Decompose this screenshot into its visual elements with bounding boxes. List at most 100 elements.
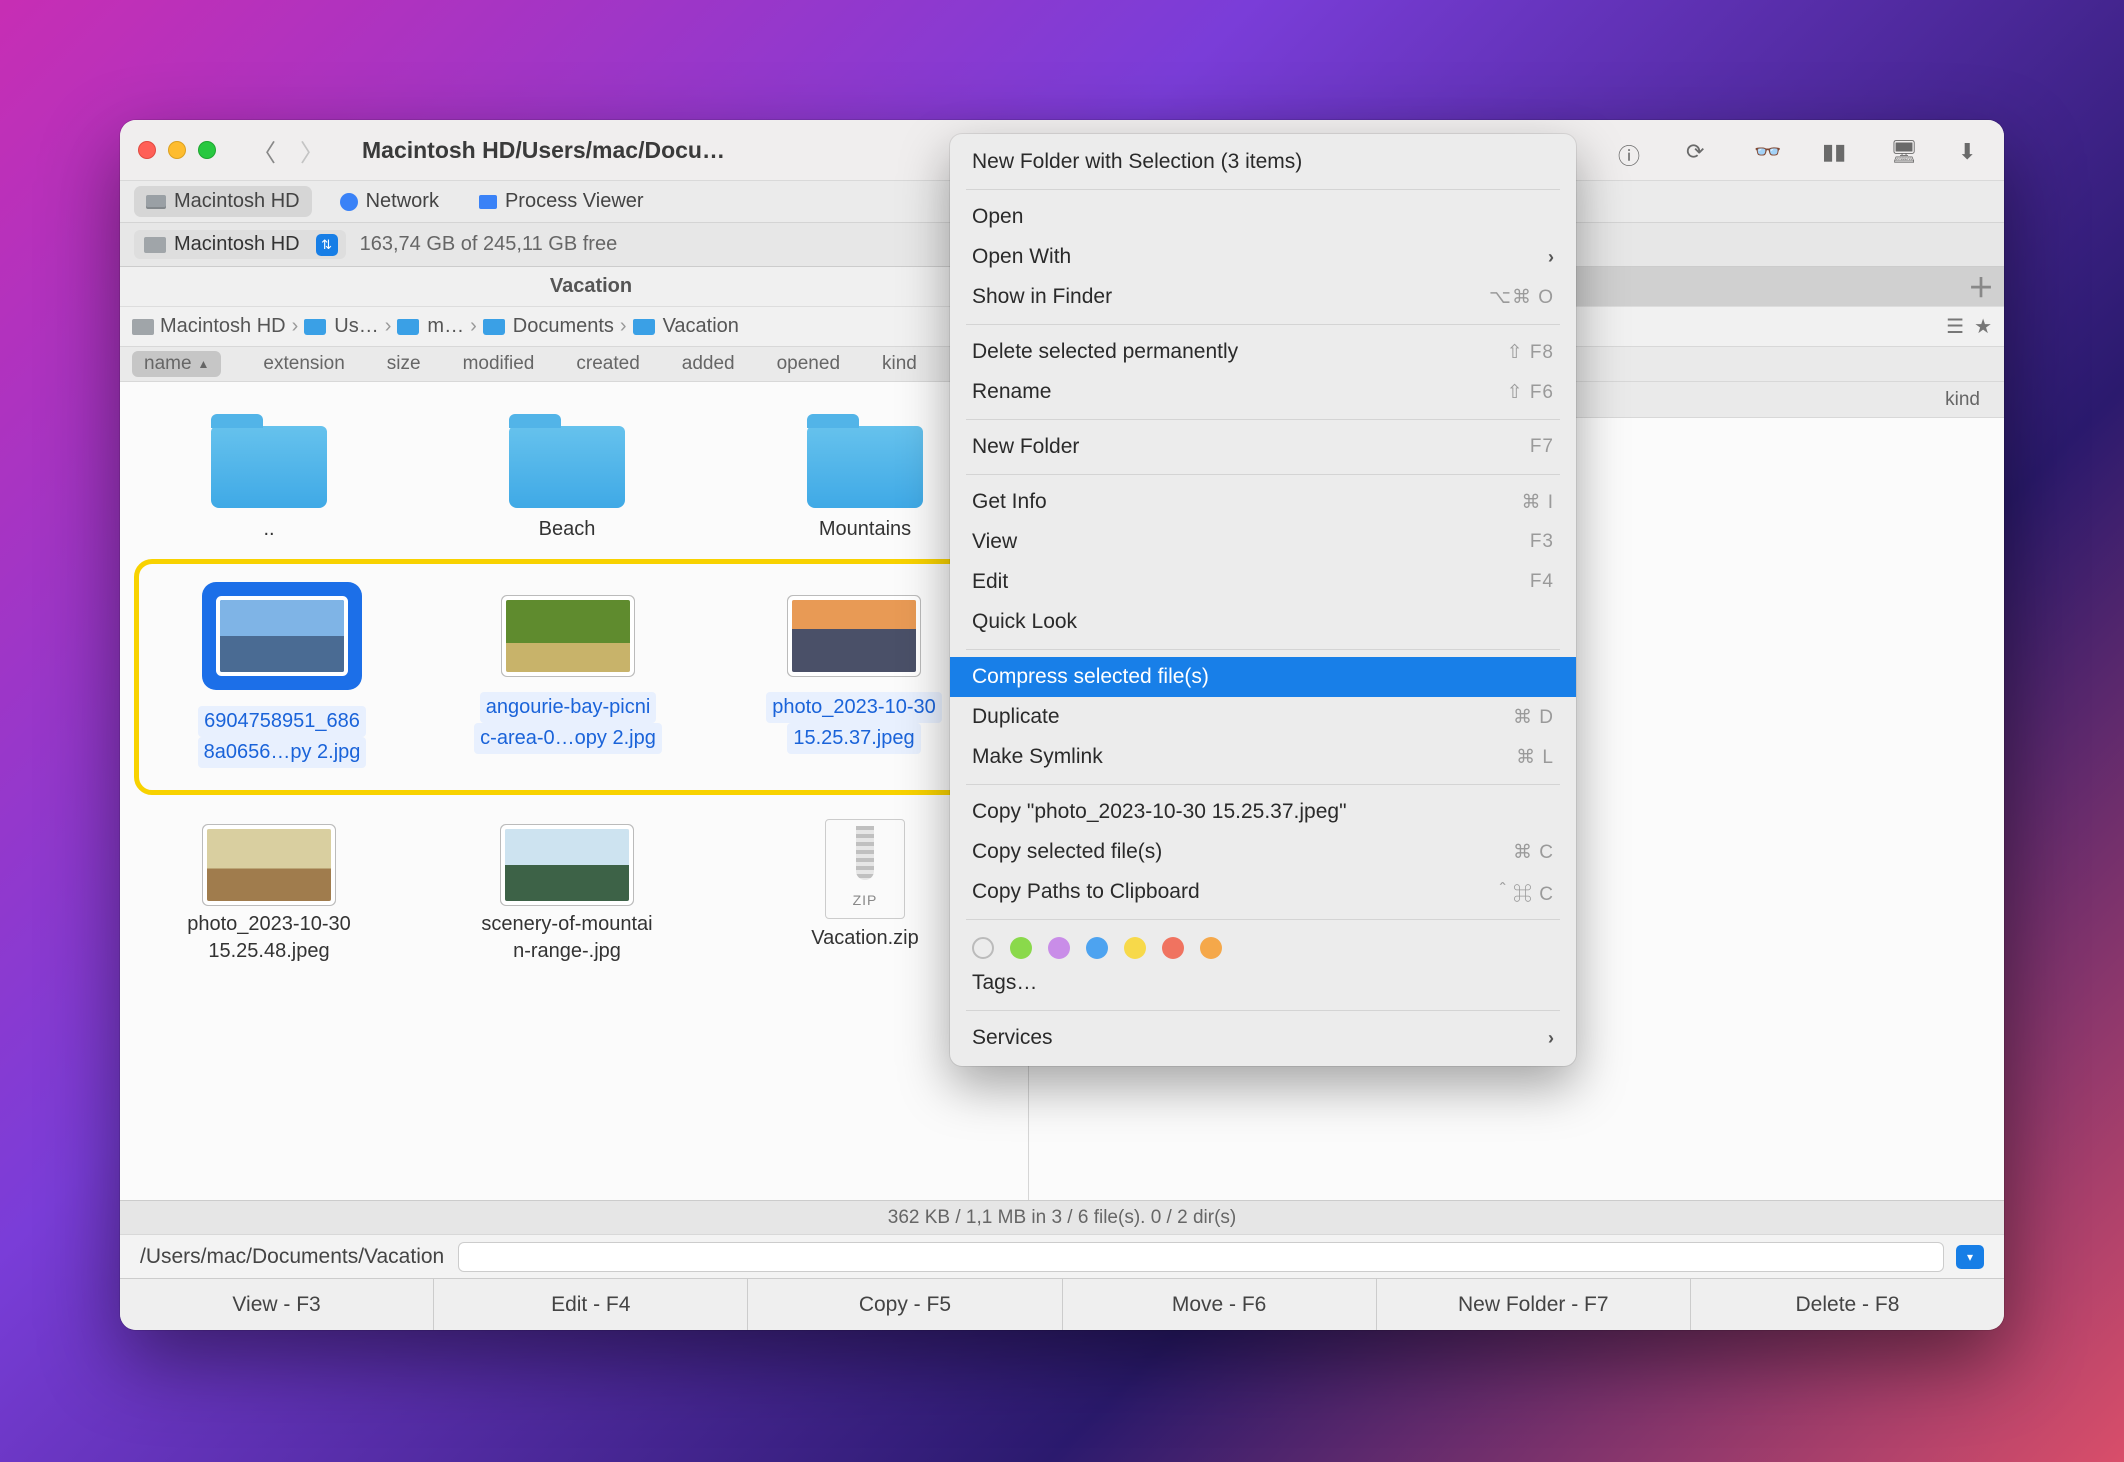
cm-view[interactable]: ViewF3: [950, 522, 1576, 562]
volume-free-text: 163,74 GB of 245,11 GB free: [360, 233, 618, 256]
grid-label-line1: photo_2023-10-30: [766, 692, 941, 723]
col-created[interactable]: created: [576, 353, 639, 375]
traffic-lights: [138, 141, 216, 159]
cm-edit[interactable]: EditF4: [950, 562, 1576, 602]
fkey-newfolder[interactable]: New Folder - F7: [1377, 1279, 1691, 1330]
close-icon[interactable]: [138, 141, 156, 159]
fkey-move[interactable]: Move - F6: [1063, 1279, 1377, 1330]
cm-copy-paths[interactable]: Copy Paths to Clipboard＾⌘ C: [950, 872, 1576, 912]
col-kind[interactable]: kind: [882, 353, 917, 375]
cm-open[interactable]: Open: [950, 197, 1576, 237]
forward-button[interactable]: 〉: [300, 133, 324, 168]
grid-label-line1: photo_2023-10-30: [134, 911, 404, 938]
left-pane: .. Beach Mountains: [120, 382, 1028, 1200]
cm-separator: [966, 919, 1560, 920]
col-size[interactable]: size: [387, 353, 421, 375]
grid-label-line2: n-range-.jpg: [432, 938, 702, 965]
cm-get-info[interactable]: Get Info⌘ I: [950, 482, 1576, 522]
path-input[interactable]: [458, 1242, 1944, 1272]
tag-yellow[interactable]: [1124, 937, 1146, 959]
nav-arrows: 〈 〉: [252, 133, 324, 168]
favorite-hd-label: Macintosh HD: [174, 190, 300, 213]
col-modified[interactable]: modified: [463, 353, 535, 375]
cm-copy-selected[interactable]: Copy selected file(s)⌘ C: [950, 832, 1576, 872]
cm-new-folder[interactable]: New FolderF7: [950, 427, 1576, 467]
cm-open-with[interactable]: Open With›: [950, 237, 1576, 277]
cm-quick-look[interactable]: Quick Look: [950, 602, 1576, 642]
add-tab-button[interactable]: ＋: [1968, 268, 1994, 305]
fkey-copy[interactable]: Copy - F5: [748, 1279, 1062, 1330]
crumb-vacation[interactable]: Vacation: [663, 315, 739, 338]
star-icon[interactable]: ★: [1974, 314, 1992, 339]
back-button[interactable]: 〈: [252, 133, 276, 168]
image-thumbnail: [505, 829, 629, 901]
tab-vacation-left[interactable]: Vacation ＋: [120, 267, 1062, 306]
crumb-documents[interactable]: Documents: [513, 315, 614, 338]
col-kind-right[interactable]: kind: [1945, 389, 1980, 411]
chevron-right-icon: ›: [292, 315, 299, 338]
volume-name: Macintosh HD: [174, 233, 300, 256]
window-title: Macintosh HD/Users/mac/Docu…: [362, 137, 725, 164]
cm-show-in-finder[interactable]: Show in Finder⌥⌘ O: [950, 277, 1576, 317]
col-extension[interactable]: extension: [263, 353, 344, 375]
selection-highlight: 6904758951_686 8a0656…py 2.jpg angourie-…: [134, 559, 1014, 795]
zoom-icon[interactable]: [198, 141, 216, 159]
status-bar: 362 KB / 1,1 MB in 3 / 6 file(s). 0 / 2 …: [120, 1200, 2004, 1234]
fkey-view[interactable]: View - F3: [120, 1279, 434, 1330]
col-opened[interactable]: opened: [777, 353, 840, 375]
grid-label-line1: scenery-of-mountai: [432, 911, 702, 938]
chevron-right-icon: ›: [620, 315, 627, 338]
favorite-network[interactable]: Network: [328, 186, 451, 217]
col-added[interactable]: added: [682, 353, 735, 375]
cm-duplicate[interactable]: Duplicate⌘ D: [950, 697, 1576, 737]
binoculars-icon[interactable]: 👓: [1754, 139, 1782, 161]
tag-purple[interactable]: [1048, 937, 1070, 959]
sort-asc-icon: ▲: [198, 357, 210, 371]
cm-separator: [966, 1010, 1560, 1011]
fkey-edit[interactable]: Edit - F4: [434, 1279, 748, 1330]
grid-item-parent[interactable]: ..: [120, 408, 418, 553]
globe-icon: [340, 193, 358, 211]
favorite-process-viewer-label: Process Viewer: [505, 190, 644, 213]
grid-item-file-5[interactable]: scenery-of-mountai n-range-.jpg: [418, 801, 716, 975]
folder-icon: [211, 426, 327, 508]
grid-item-beach[interactable]: Beach: [418, 408, 716, 553]
cm-delete-permanently[interactable]: Delete selected permanently⇧ F8: [950, 332, 1576, 372]
chevron-down-icon[interactable]: ▾: [1956, 1245, 1984, 1269]
cm-compress[interactable]: Compress selected file(s): [950, 657, 1576, 697]
cm-tags[interactable]: Tags…: [950, 963, 1576, 1003]
volume-selector[interactable]: Macintosh HD ⇅: [134, 230, 346, 259]
grid-item-file-2[interactable]: angourie-bay-picni c-area-0…opy 2.jpg: [425, 572, 711, 778]
refresh-icon[interactable]: ⟳: [1686, 139, 1714, 161]
crumb-hd[interactable]: Macintosh HD: [160, 315, 286, 338]
favorite-hd[interactable]: Macintosh HD: [134, 186, 312, 217]
info-icon[interactable]: ⓘ: [1618, 139, 1646, 161]
grid-item-file-1[interactable]: 6904758951_686 8a0656…py 2.jpg: [139, 572, 425, 778]
col-name[interactable]: name ▲: [132, 351, 221, 377]
cm-new-folder-selection[interactable]: New Folder with Selection (3 items): [950, 142, 1576, 182]
cm-copy-named[interactable]: Copy "photo_2023-10-30 15.25.37.jpeg": [950, 792, 1576, 832]
grid-label-line2: 8a0656…py 2.jpg: [198, 737, 367, 768]
crumb-mac[interactable]: m…: [427, 315, 464, 338]
desktop-icon[interactable]: 🖥: [1890, 139, 1918, 161]
context-menu: New Folder with Selection (3 items) Open…: [950, 134, 1576, 1066]
fkey-delete[interactable]: Delete - F8: [1691, 1279, 2004, 1330]
tag-orange[interactable]: [1200, 937, 1222, 959]
fkey-bar: View - F3 Edit - F4 Copy - F5 Move - F6 …: [120, 1278, 2004, 1330]
cm-services[interactable]: Services›: [950, 1018, 1576, 1058]
download-icon[interactable]: ⬇: [1958, 139, 1986, 161]
list-toggle-icon[interactable]: ☰: [1946, 314, 1964, 339]
crumb-users[interactable]: Us…: [334, 315, 378, 338]
tag-red[interactable]: [1162, 937, 1184, 959]
tag-blue[interactable]: [1086, 937, 1108, 959]
minimize-icon[interactable]: [168, 141, 186, 159]
drive-icon: [144, 237, 166, 253]
tag-none[interactable]: [972, 937, 994, 959]
cm-make-symlink[interactable]: Make Symlink⌘ L: [950, 737, 1576, 777]
bookmark-icon[interactable]: ▮▮: [1822, 139, 1850, 161]
tag-green[interactable]: [1010, 937, 1032, 959]
grid-label-line1: angourie-bay-picni: [480, 692, 657, 723]
favorite-process-viewer[interactable]: Process Viewer: [467, 186, 656, 217]
grid-item-file-4[interactable]: photo_2023-10-30 15.25.48.jpeg: [120, 801, 418, 975]
cm-rename[interactable]: Rename⇧ F6: [950, 372, 1576, 412]
